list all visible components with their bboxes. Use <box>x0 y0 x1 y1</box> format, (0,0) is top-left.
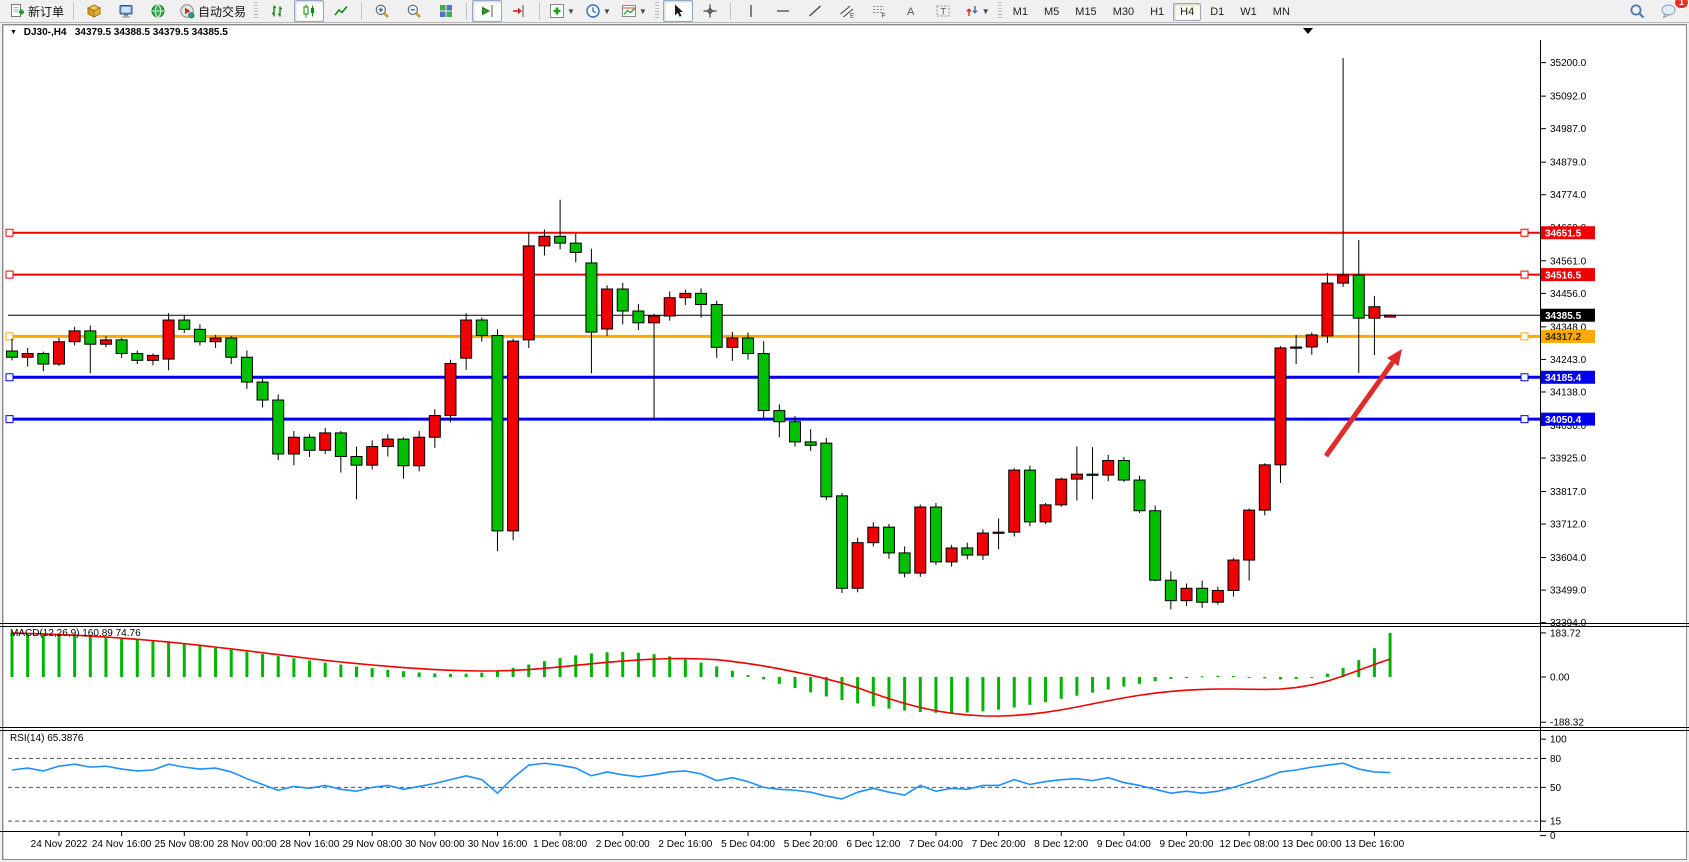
svg-text:13 Dec 00:00: 13 Dec 00:00 <box>1282 839 1342 850</box>
mt4-terminal: { "toolbar": { "new_order_label": "新订单",… <box>0 0 1689 862</box>
chart-canvas[interactable]: 35200.035092.034987.034879.034774.034669… <box>0 0 1689 862</box>
hline-handle[interactable] <box>1521 374 1528 381</box>
svg-text:29 Nov 08:00: 29 Nov 08:00 <box>342 839 402 850</box>
svg-text:30 Nov 00:00: 30 Nov 00:00 <box>405 839 465 850</box>
svg-text:5 Dec 04:00: 5 Dec 04:00 <box>721 839 775 850</box>
svg-text:0: 0 <box>1550 831 1556 842</box>
svg-text:25 Nov 08:00: 25 Nov 08:00 <box>155 839 215 850</box>
macd-histogram <box>11 633 1392 713</box>
hline-handle[interactable] <box>6 374 13 381</box>
svg-text:100: 100 <box>1550 735 1567 746</box>
price-badge: 34516.5 <box>1541 268 1595 281</box>
svg-text:13 Dec 16:00: 13 Dec 16:00 <box>1345 839 1405 850</box>
price-axis-ticks: 35200.035092.034987.034879.034774.034669… <box>1540 58 1587 629</box>
svg-text:9 Dec 04:00: 9 Dec 04:00 <box>1097 839 1151 850</box>
svg-text:33604.0: 33604.0 <box>1550 553 1587 564</box>
svg-text:34138.0: 34138.0 <box>1550 387 1587 398</box>
svg-text:33712.0: 33712.0 <box>1550 520 1587 531</box>
svg-text:9 Dec 20:00: 9 Dec 20:00 <box>1160 839 1214 850</box>
svg-text:34456.0: 34456.0 <box>1550 289 1587 300</box>
rsi-axis-ticks: 100 80 50 15 0 <box>1540 735 1567 842</box>
rsi-line <box>12 763 1390 799</box>
svg-text:34516.5: 34516.5 <box>1545 270 1582 281</box>
svg-text:2 Dec 16:00: 2 Dec 16:00 <box>658 839 712 850</box>
svg-text:15: 15 <box>1550 817 1562 828</box>
chart-shift-marker-icon[interactable] <box>1303 28 1313 34</box>
hline-handle[interactable] <box>1521 271 1528 278</box>
price-badge: 34050.4 <box>1541 413 1595 426</box>
hline-handle[interactable] <box>6 229 13 236</box>
svg-text:34879.0: 34879.0 <box>1550 158 1587 169</box>
rsi-indicator-label: RSI(14) 65.3876 <box>10 733 83 744</box>
svg-text:34050.4: 34050.4 <box>1545 415 1582 426</box>
svg-text:7 Dec 20:00: 7 Dec 20:00 <box>972 839 1026 850</box>
candles-layer <box>7 58 1396 609</box>
svg-text:34987.0: 34987.0 <box>1550 124 1587 135</box>
svg-text:183.72: 183.72 <box>1550 628 1581 639</box>
svg-text:33925.0: 33925.0 <box>1550 454 1587 465</box>
hline-handle[interactable] <box>1521 333 1528 340</box>
svg-text:80: 80 <box>1550 754 1562 765</box>
svg-text:35200.0: 35200.0 <box>1550 58 1587 69</box>
macd-axis-ticks: 183.72 0.00 -188.32 <box>1540 628 1584 728</box>
price-badge: 34651.5 <box>1541 226 1595 239</box>
chart-ohlc-quote: 34379.5 34388.5 34379.5 34385.5 <box>75 27 228 38</box>
svg-text:5 Dec 20:00: 5 Dec 20:00 <box>784 839 838 850</box>
chart-title: ▼ DJ30-,H4 34379.5 34388.5 34379.5 34385… <box>10 27 228 38</box>
svg-text:0.00: 0.00 <box>1550 673 1570 684</box>
svg-text:34185.4: 34185.4 <box>1545 373 1582 384</box>
svg-text:8 Dec 12:00: 8 Dec 12:00 <box>1034 839 1088 850</box>
collapse-triangle-icon: ▼ <box>10 29 17 36</box>
svg-text:34243.0: 34243.0 <box>1550 355 1587 366</box>
svg-text:35092.0: 35092.0 <box>1550 92 1587 103</box>
svg-text:33499.0: 33499.0 <box>1550 586 1587 597</box>
svg-text:50: 50 <box>1550 783 1562 794</box>
svg-text:28 Nov 00:00: 28 Nov 00:00 <box>217 839 277 850</box>
svg-text:34385.5: 34385.5 <box>1545 311 1582 322</box>
svg-text:2 Dec 00:00: 2 Dec 00:00 <box>596 839 650 850</box>
svg-text:33817.0: 33817.0 <box>1550 487 1587 498</box>
hline-handle[interactable] <box>6 416 13 423</box>
hline-handle[interactable] <box>6 271 13 278</box>
hline-handle[interactable] <box>1521 229 1528 236</box>
svg-text:1 Dec 08:00: 1 Dec 08:00 <box>533 839 587 850</box>
svg-text:30 Nov 16:00: 30 Nov 16:00 <box>468 839 528 850</box>
svg-text:24 Nov 16:00: 24 Nov 16:00 <box>92 839 152 850</box>
svg-text:28 Nov 16:00: 28 Nov 16:00 <box>280 839 340 850</box>
svg-text:34651.5: 34651.5 <box>1545 229 1582 240</box>
svg-text:12 Dec 08:00: 12 Dec 08:00 <box>1219 839 1279 850</box>
macd-indicator-label: MACD(12,26,9) 160.89 74.76 <box>10 628 141 639</box>
svg-text:34317.2: 34317.2 <box>1545 332 1582 343</box>
chart-symbol-period: DJ30-,H4 <box>24 27 67 38</box>
svg-text:7 Dec 04:00: 7 Dec 04:00 <box>909 839 963 850</box>
time-axis-labels: 24 Nov 202224 Nov 16:0025 Nov 08:0028 No… <box>31 832 1405 850</box>
hline-handle[interactable] <box>1521 416 1528 423</box>
svg-text:34561.0: 34561.0 <box>1550 256 1587 267</box>
svg-text:24 Nov 2022: 24 Nov 2022 <box>31 839 88 850</box>
svg-text:-188.32: -188.32 <box>1550 718 1584 729</box>
price-badge: 34385.5 <box>1541 309 1595 322</box>
svg-text:34774.0: 34774.0 <box>1550 190 1587 201</box>
annotation-arrow[interactable] <box>1326 349 1402 456</box>
price-badge: 34317.2 <box>1541 330 1595 343</box>
price-badge: 34185.4 <box>1541 371 1595 384</box>
svg-text:6 Dec 12:00: 6 Dec 12:00 <box>846 839 900 850</box>
